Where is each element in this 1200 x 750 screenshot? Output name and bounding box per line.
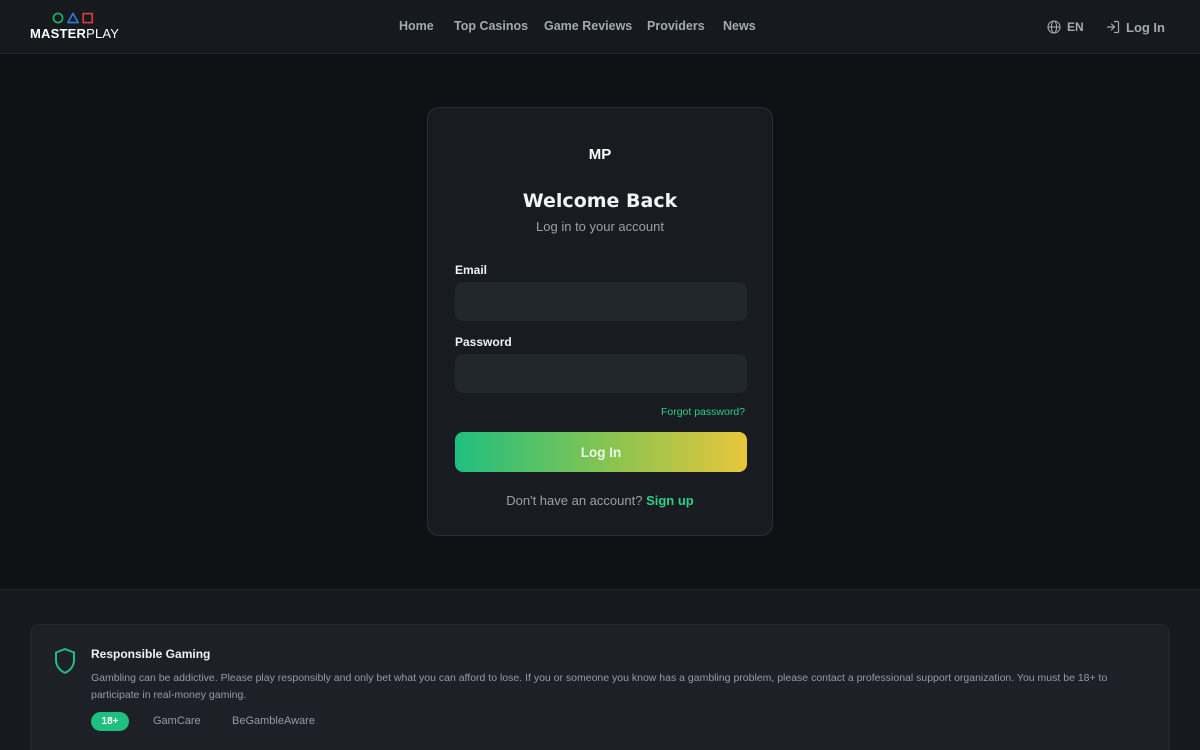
language-label: EN [1067,20,1084,34]
nav-news[interactable]: News [723,19,756,33]
responsible-gaming-panel: Responsible Gaming Gambling can be addic… [30,624,1170,750]
shield-icon [55,648,75,674]
signup-prompt: Don't have an account? Sign up [428,493,772,508]
signup-link[interactable]: Sign up [646,493,694,508]
nav-top-casinos[interactable]: Top Casinos [454,19,528,33]
main-nav: Home Top Casinos Game Reviews Providers … [0,0,1200,54]
responsible-gaming-title: Responsible Gaming [91,647,211,661]
card-logo: MP [588,146,612,163]
language-selector[interactable]: EN [1047,18,1084,36]
card-title: Welcome Back [522,190,678,212]
globe-icon [1047,20,1061,34]
card-subtitle: Log in to your account [536,219,664,234]
age-badge: 18+ [91,712,129,731]
login-arrow-icon [1106,20,1120,34]
password-label: Password [455,335,512,349]
header-login-label: Log In [1126,19,1165,35]
forgot-password-link[interactable]: Forgot password? [661,406,745,418]
site-header: MASTERPLAY Home Top Casinos Game Reviews… [0,0,1200,54]
nav-game-reviews[interactable]: Game Reviews [544,19,632,33]
site-footer: Responsible Gaming Gambling can be addic… [0,589,1200,750]
header-login-link[interactable]: Log In [1106,18,1165,36]
login-button[interactable]: Log In [455,432,747,472]
responsible-gaming-text: Gambling can be addictive. Please play r… [91,672,1108,701]
login-card: MP Welcome Back Log in to your account E… [427,107,773,536]
gamcare-link[interactable]: GamCare [153,715,201,727]
nav-providers[interactable]: Providers [647,19,705,33]
begambleaware-link[interactable]: BeGambleAware [232,715,315,727]
password-field[interactable] [455,354,747,393]
email-field[interactable] [455,282,747,321]
nav-home[interactable]: Home [399,19,434,33]
email-label: Email [455,263,488,277]
signup-prompt-text: Don't have an account? [506,493,643,508]
